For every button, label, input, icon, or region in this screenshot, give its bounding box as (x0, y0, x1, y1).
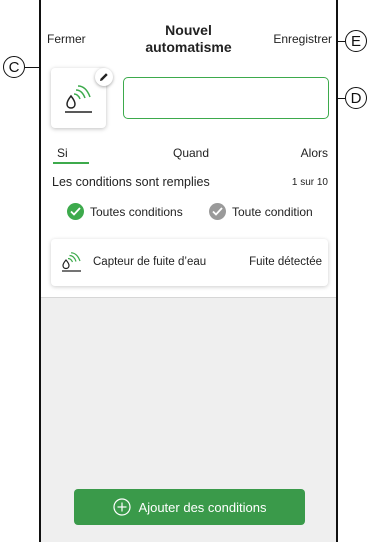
add-conditions-button[interactable]: Ajouter des conditions (74, 489, 305, 525)
radio-unchecked-icon (209, 203, 226, 220)
edit-icon-button[interactable] (95, 68, 113, 86)
conditions-count: 1 sur 10 (291, 177, 328, 188)
tab-si[interactable]: Si (57, 146, 68, 160)
callout-c: C (3, 56, 25, 78)
header: Fermer Nouvel automatisme Enregistrer (41, 0, 336, 62)
save-button[interactable]: Enregistrer (273, 32, 332, 46)
radio-all-conditions[interactable]: Toutes conditions (67, 203, 183, 220)
callout-d: D (345, 87, 367, 109)
radio-checked-icon (67, 203, 84, 220)
automation-name-input[interactable] (123, 77, 329, 119)
condition-item[interactable]: Capteur de fuite d’eau Fuite détectée (51, 239, 328, 286)
radio-all-label: Toutes conditions (90, 204, 183, 219)
radio-any-condition[interactable]: Toute condition (209, 203, 313, 220)
tab-quand[interactable]: Quand (173, 146, 209, 160)
conditions-label: Les conditions sont remplies (52, 175, 210, 189)
active-tab-indicator (53, 162, 89, 164)
condition-status: Fuite détectée (249, 256, 322, 268)
callout-e: E (345, 30, 367, 52)
pencil-icon (100, 73, 108, 81)
water-leak-icon (65, 85, 92, 113)
radio-any-label: Toute condition (232, 204, 313, 219)
phone-screen: Fermer Nouvel automatisme Enregistrer Si… (39, 0, 338, 542)
water-leak-icon (62, 252, 81, 272)
add-conditions-label: Ajouter des conditions (138, 499, 267, 515)
condition-device-label: Capteur de fuite d’eau (93, 256, 207, 268)
plus-circle-icon (112, 498, 131, 516)
tab-alors[interactable]: Alors (301, 146, 328, 160)
